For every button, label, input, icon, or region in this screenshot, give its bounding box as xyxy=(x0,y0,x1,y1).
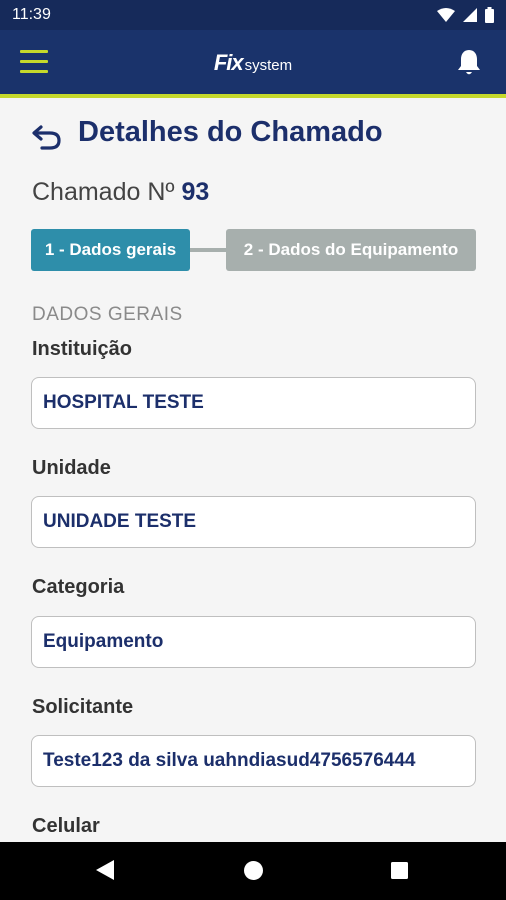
instituicao-field[interactable]: HOSPITAL TESTE xyxy=(31,377,476,429)
ticket-number: 93 xyxy=(181,178,210,206)
back-arrow-icon[interactable] xyxy=(32,124,62,150)
status-icons xyxy=(437,7,494,23)
unidade-field[interactable]: UNIDADE TESTE xyxy=(31,496,476,548)
nav-recents-icon[interactable] xyxy=(391,862,408,879)
app-bar: Fix system xyxy=(0,30,506,98)
logo-sub: system xyxy=(244,57,293,74)
status-time: 11:39 xyxy=(12,6,51,23)
step-connector xyxy=(190,248,226,252)
step-dados-gerais[interactable]: 1 - Dados gerais xyxy=(31,229,190,271)
label-solicitante: Solicitante xyxy=(32,696,134,718)
step-indicator: 1 - Dados gerais 2 - Dados do Equipament… xyxy=(31,229,476,271)
battery-icon xyxy=(485,7,494,23)
page-title: Detalhes do Chamado xyxy=(78,116,383,148)
ticket-label: Chamado Nº xyxy=(32,178,175,206)
signal-icon xyxy=(463,8,477,22)
ticket-line: Chamado Nº 93 xyxy=(32,178,209,207)
solicitante-field[interactable]: Teste123 da silva uahndiasud4756576444 xyxy=(31,735,476,787)
app-logo: Fix system xyxy=(0,50,506,76)
status-bar: 11:39 xyxy=(0,0,506,30)
categoria-field[interactable]: Equipamento xyxy=(31,616,476,668)
label-unidade: Unidade xyxy=(32,457,111,479)
content: Detalhes do Chamado Chamado Nº 93 1 - Da… xyxy=(0,98,506,842)
wifi-icon xyxy=(437,8,455,22)
bell-icon[interactable] xyxy=(456,48,482,76)
nav-back-icon[interactable] xyxy=(95,859,115,881)
step-dados-equipamento[interactable]: 2 - Dados do Equipamento xyxy=(226,229,476,271)
label-celular: Celular xyxy=(32,815,100,837)
label-instituicao: Instituição xyxy=(32,338,133,360)
logo-brand: Fix xyxy=(213,50,244,75)
section-title: DADOS GERAIS xyxy=(32,304,183,325)
nav-home-icon[interactable] xyxy=(244,861,263,880)
navigation-bar xyxy=(0,842,506,900)
label-categoria: Categoria xyxy=(32,576,125,598)
